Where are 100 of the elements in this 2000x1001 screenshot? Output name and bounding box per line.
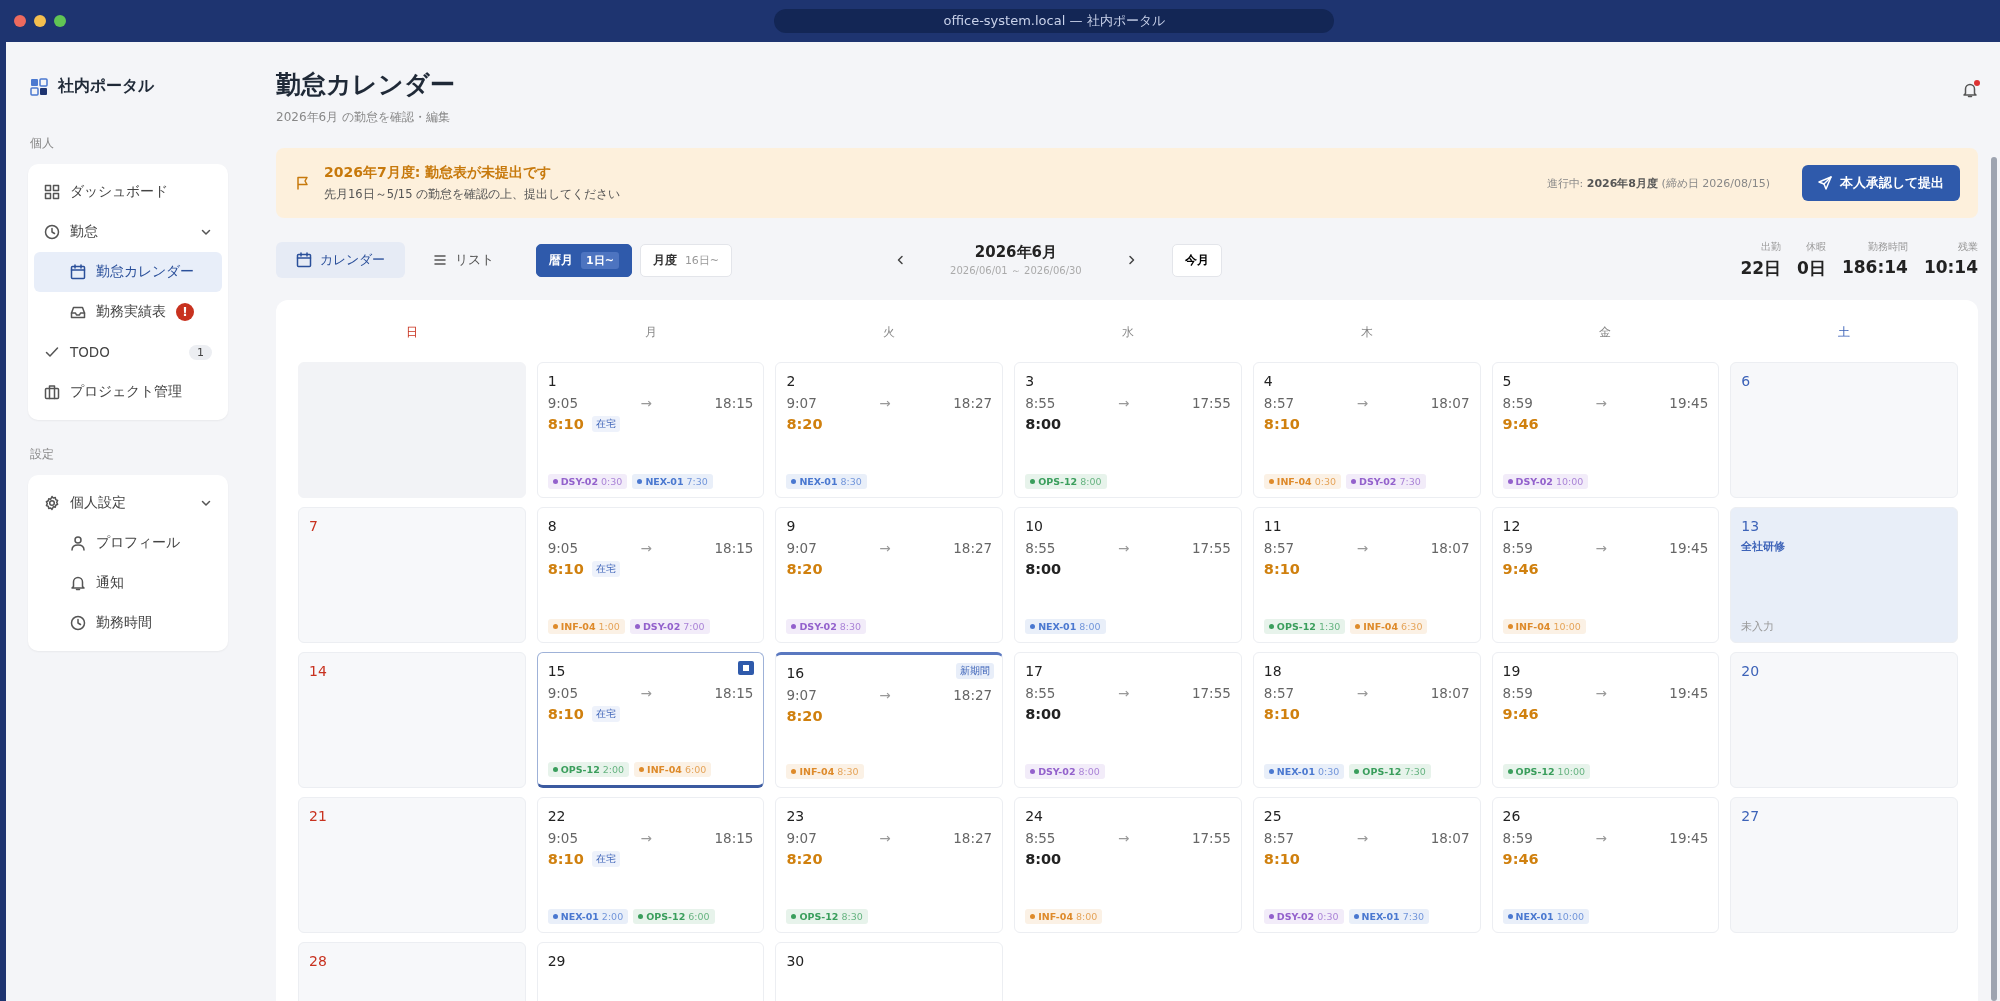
day-cell[interactable]: 15 9:05 → 18:15 8:10 在宅 OPS-12 2:00 INF-04 6:00: [536, 652, 765, 788]
start-time: 9:05: [547, 685, 579, 701]
window-control-button[interactable]: [34, 15, 46, 27]
nav-item[interactable]: 個人設定: [34, 483, 222, 523]
day-cell[interactable]: 12 8:59 → 19:45 9:46 INF-04 10:00: [1491, 507, 1720, 643]
day-cell[interactable]: 1 9:05 → 18:15 8:10 在宅 DSY-02 0:30 NEX-01 7:30: [536, 362, 765, 498]
weekday-header: 火: [882, 324, 897, 341]
notification-button[interactable]: [1962, 82, 1978, 98]
day-cell[interactable]: 5 8:59 → 19:45 9:46 DSY-02 10:00: [1491, 362, 1720, 498]
day-cell[interactable]: 9 9:07 → 18:27 8:20 DSY-02 8:30: [775, 507, 1004, 643]
day-cell[interactable]: 6: [1730, 362, 1958, 498]
inbox-icon: [70, 304, 86, 320]
end-time: 19:45: [1669, 540, 1709, 556]
work-hours: 8:10: [1263, 851, 1300, 867]
nav-item[interactable]: ダッシュボード: [34, 172, 222, 212]
day-cell[interactable]: 4 8:57 → 18:07 8:10 INF-04 0:30 DSY-02 7:30: [1252, 362, 1481, 498]
view-tab[interactable]: カレンダー: [276, 242, 405, 278]
nav-item[interactable]: 勤怠: [34, 212, 222, 252]
arrow-text: →: [1595, 540, 1607, 556]
day-cell[interactable]: 30: [775, 942, 1004, 1001]
project-hours: 0:30: [601, 476, 623, 487]
work-hours: 8:10: [1263, 561, 1300, 577]
briefcase-icon: [44, 384, 60, 400]
day-cell[interactable]: 18 8:57 → 18:07 8:10 NEX-01 0:30 OPS-12 7:30: [1252, 652, 1481, 788]
nav-item[interactable]: 通知: [34, 563, 222, 603]
stat-value: 10:14: [1923, 257, 1978, 277]
day-number: 25: [1263, 808, 1282, 824]
nav-item[interactable]: プロフィール: [34, 523, 222, 563]
project-hours: 0:30: [1314, 476, 1337, 487]
day-cell[interactable]: 21: [298, 797, 526, 933]
day-number: 16: [786, 665, 805, 681]
current-month-button[interactable]: 今月: [1171, 243, 1222, 277]
arrow-text: →: [1118, 685, 1130, 701]
day-cell[interactable]: 20: [1730, 652, 1958, 788]
day-number: 7: [309, 518, 318, 534]
day-cell[interactable]: 8 9:05 → 18:15 8:10 在宅 INF-04 1:00 DSY-02 7:00: [536, 507, 765, 643]
day-cell[interactable]: 10 8:55 → 17:55 8:00 NEX-01 8:00: [1014, 507, 1242, 643]
banner-title: 2026年7月度: 勤怠表が未提出です: [324, 164, 553, 182]
project-hours: 10:00: [1556, 911, 1585, 922]
project-hours: 0:30: [1318, 766, 1340, 777]
day-cell[interactable]: 7: [298, 507, 526, 643]
day-number: 20: [1741, 663, 1760, 679]
day-number: 23: [786, 808, 805, 824]
start-time: 8:59: [1502, 395, 1533, 411]
submit-button[interactable]: 本人承認して提出: [1802, 165, 1960, 201]
project-code: INF-04: [560, 621, 596, 632]
start-time: 9:05: [547, 540, 579, 556]
scrollbar-thumb[interactable]: [1991, 157, 1997, 1001]
project-code: NEX-01: [1276, 766, 1315, 777]
day-cell[interactable]: 23 9:07 → 18:27 8:20 OPS-12 8:30: [775, 797, 1004, 933]
day-cell[interactable]: 22 9:05 → 18:15 8:10 在宅 NEX-01 2:00 OPS-12 6:00: [536, 797, 765, 933]
period-badge: 新期間: [956, 663, 995, 679]
work-hours: 8:10: [547, 561, 584, 577]
project-code: DSY-02: [1038, 766, 1076, 777]
day-cell[interactable]: 28: [298, 942, 526, 1001]
project-code: OPS-12: [799, 911, 839, 922]
view-tab[interactable]: リスト: [413, 242, 514, 278]
day-cell[interactable]: 19 8:59 → 19:45 9:46 OPS-12 10:00: [1491, 652, 1720, 788]
day-cell[interactable]: 26 8:59 → 19:45 9:46 NEX-01 10:00: [1491, 797, 1720, 933]
window-control-button[interactable]: [14, 15, 26, 27]
start-time: 8:59: [1502, 540, 1533, 556]
remote-tag: 在宅: [591, 851, 620, 867]
day-cell[interactable]: 24 8:55 → 17:55 8:00 INF-04 8:00: [1014, 797, 1242, 933]
weekday-header: 金: [1598, 324, 1613, 341]
work-hours: 8:20: [786, 416, 823, 432]
period-toggle[interactable]: 月度 16日~: [639, 243, 733, 277]
arrow-text: →: [879, 540, 891, 556]
project-code: NEX-01: [1361, 911, 1400, 922]
day-cell[interactable]: 16 新期間 9:07 → 18:27 8:20 INF-04 8:30: [775, 652, 1004, 788]
count-badge: 1: [189, 344, 212, 360]
nav-item[interactable]: TODO 1: [34, 332, 222, 372]
project-hours: 10:00: [1553, 621, 1581, 632]
day-cell[interactable]: 25 8:57 → 18:07 8:10 DSY-02 0:30 NEX-01 7:30: [1252, 797, 1481, 933]
stat-value: 186:14: [1841, 257, 1908, 277]
day-cell[interactable]: 29: [536, 942, 765, 1001]
day-cell[interactable]: 13 全社研修 未入力: [1730, 507, 1958, 643]
day-cell[interactable]: 27: [1730, 797, 1958, 933]
weekday-header: 水: [1121, 324, 1135, 341]
nav-item[interactable]: 勤務実績表 !: [34, 292, 222, 332]
project-hours: 6:00: [688, 911, 710, 922]
work-hours: 8:00: [1025, 851, 1062, 867]
stat-label: 休暇: [1804, 240, 1826, 254]
day-cell[interactable]: 2 9:07 → 18:27 8:20 NEX-01 8:30: [775, 362, 1004, 498]
page-title: 勤怠カレンダー: [276, 69, 455, 101]
day-number: 6: [1741, 373, 1751, 389]
person-icon: [70, 535, 86, 551]
window-control-button[interactable]: [54, 15, 66, 27]
app-title: 社内ポータル: [58, 76, 154, 97]
start-time: 8:57: [1263, 395, 1295, 411]
day-number: 27: [1741, 808, 1760, 824]
day-cell[interactable]: 14: [298, 652, 526, 788]
day-cell[interactable]: 3 8:55 → 17:55 8:00 OPS-12 8:00: [1014, 362, 1242, 498]
nav-item[interactable]: 勤怠カレンダー: [34, 252, 222, 292]
nav-item[interactable]: プロジェクト管理: [34, 372, 222, 412]
day-cell[interactable]: 17 8:55 → 17:55 8:00 DSY-02 8:00: [1014, 652, 1242, 788]
project-hours: 8:00: [1079, 621, 1101, 632]
period-toggle[interactable]: 暦月 1日~: [536, 243, 632, 277]
day-cell[interactable]: 11 8:57 → 18:07 8:10 OPS-12 1:30 INF-04 6:30: [1252, 507, 1481, 643]
work-hours: 9:46: [1502, 561, 1539, 577]
nav-item[interactable]: 勤務時間: [34, 603, 222, 643]
